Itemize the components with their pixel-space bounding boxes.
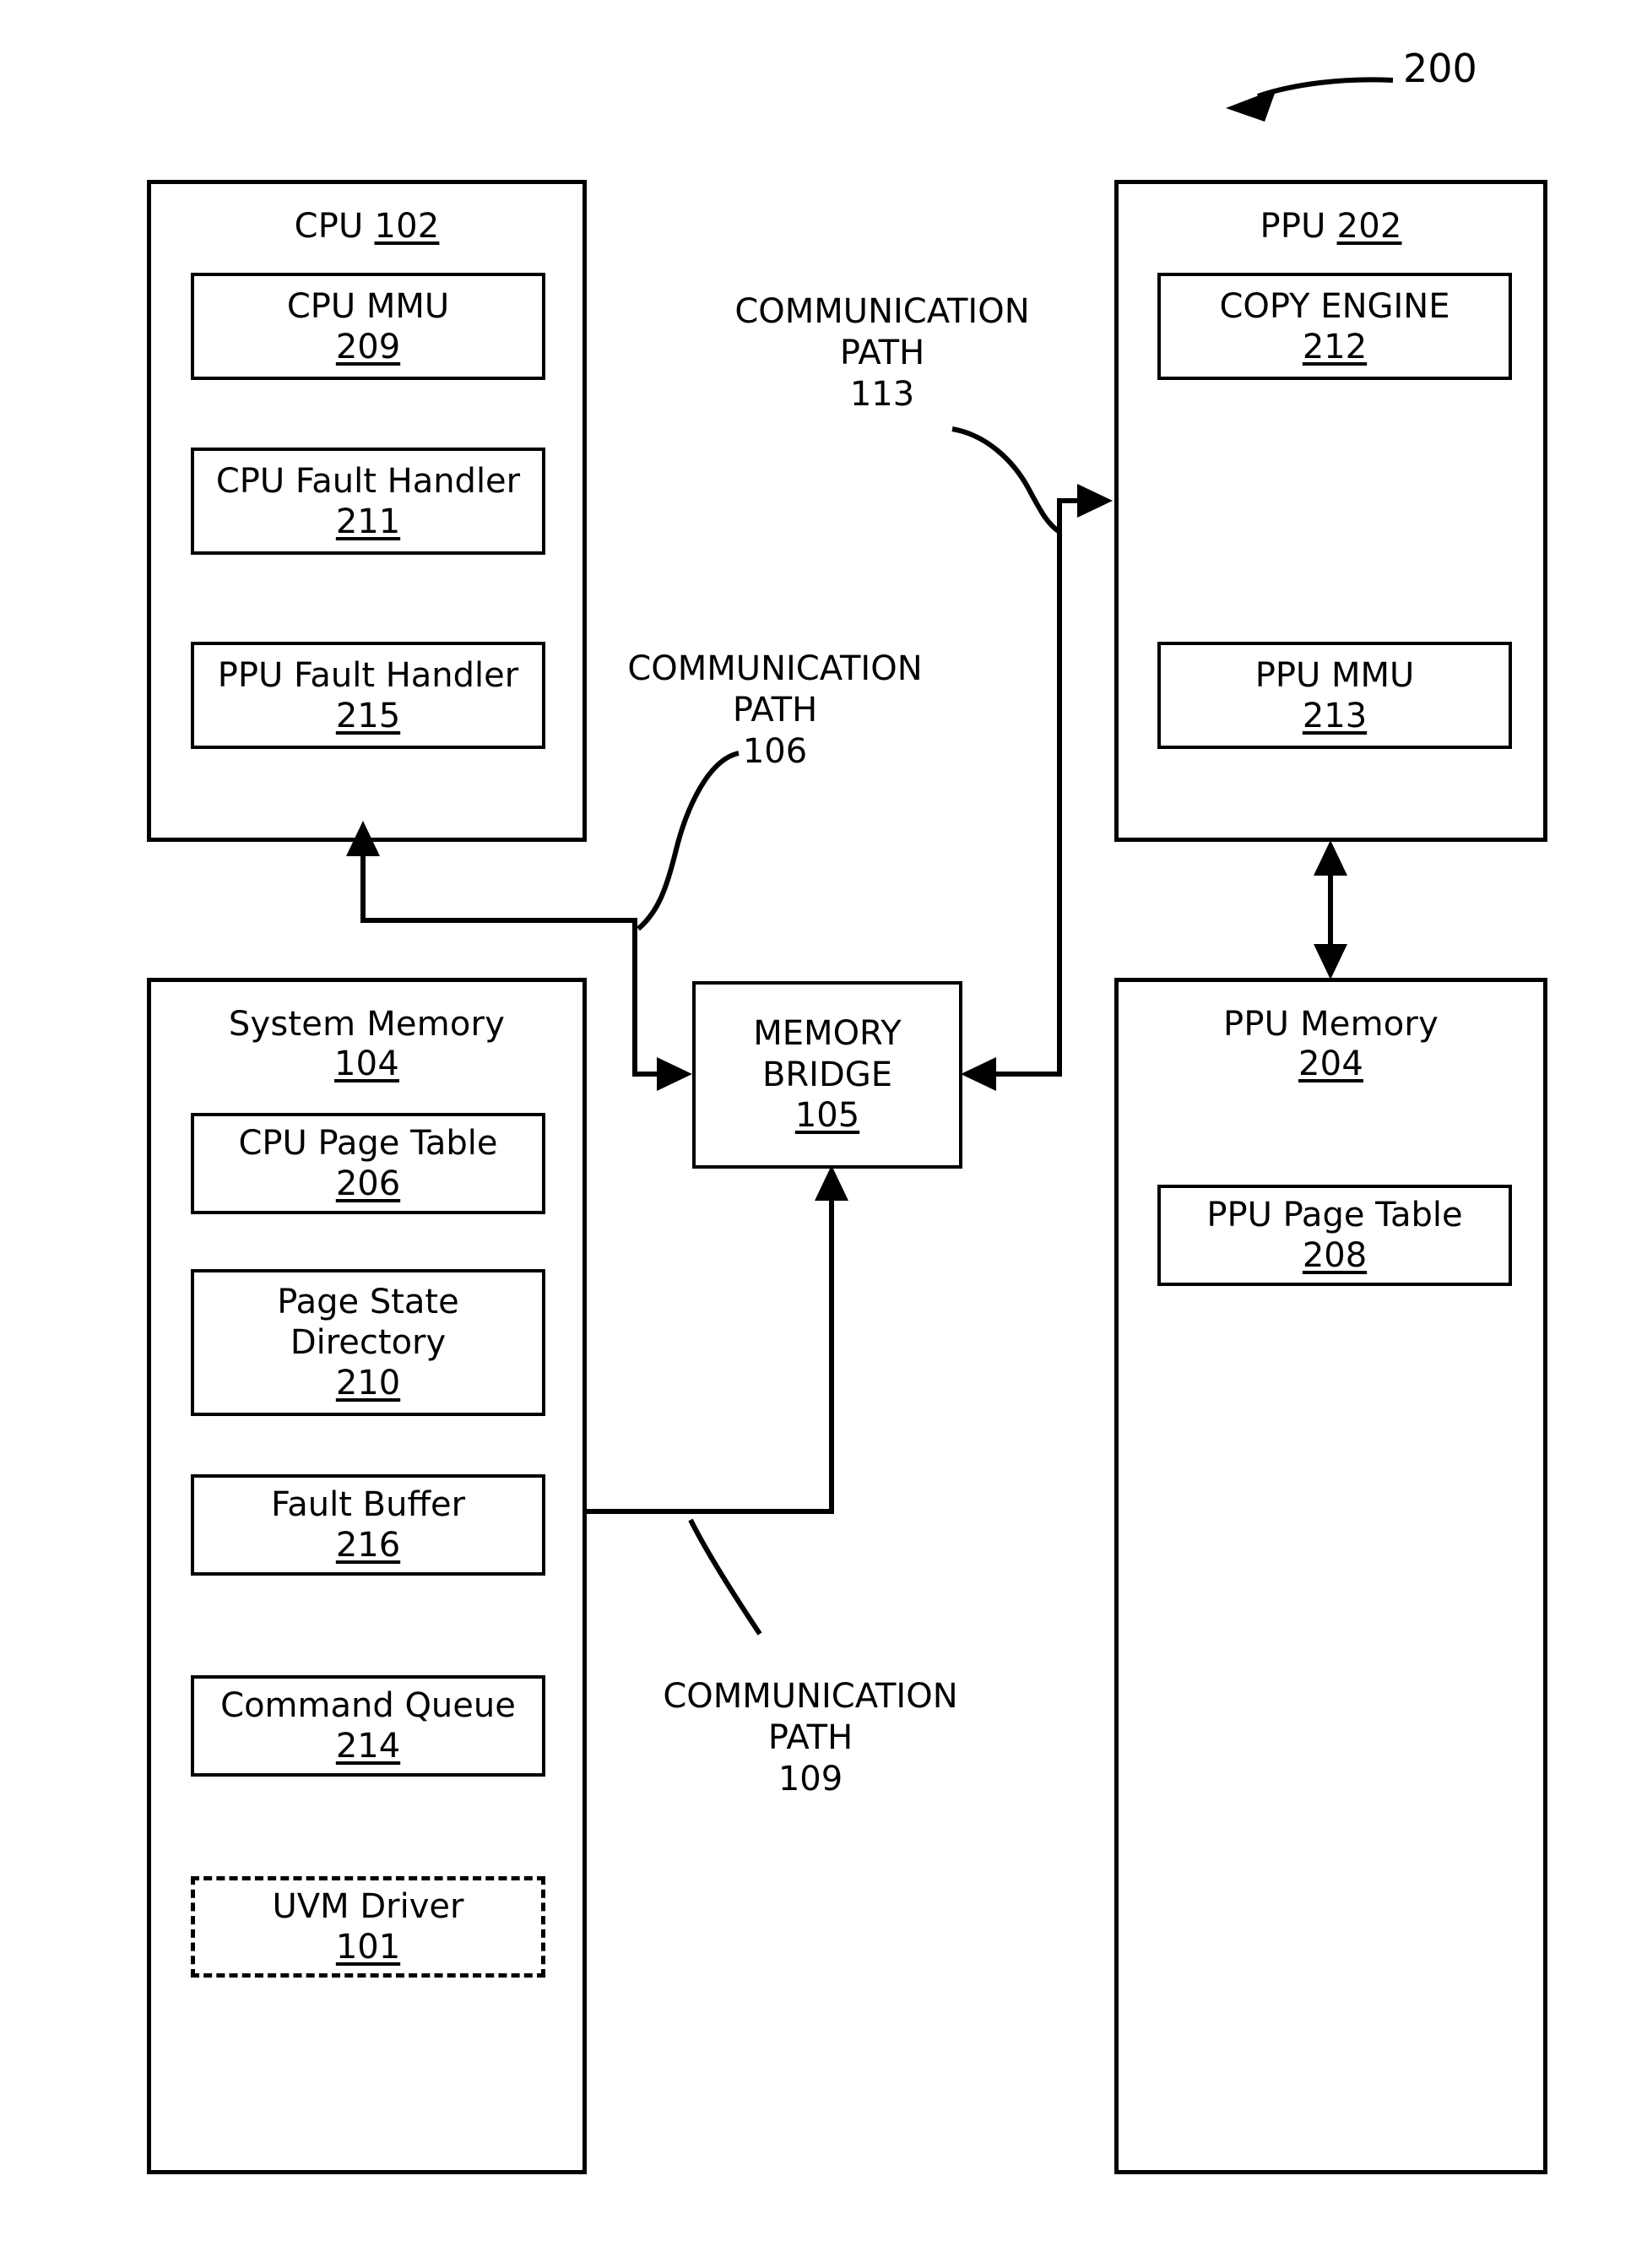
cpu-mmu-ref: 209 <box>335 327 401 366</box>
uvm-driver-ref: 101 <box>335 1928 401 1967</box>
communication-path-113-label: COMMUNICATION PATH 113 <box>713 291 1051 415</box>
cpu-block: CPU 102 CPU MMU 209 CPU Fault Handler 21… <box>147 180 587 842</box>
system-memory-title-text: System Memory <box>228 1005 506 1044</box>
cpu-mmu-box: CPU MMU 209 <box>191 273 545 380</box>
communication-path-106-label: COMMUNICATION PATH 106 <box>606 648 944 772</box>
page-state-directory-box: Page State Directory 210 <box>191 1269 545 1416</box>
fault-buffer-label: Fault Buffer <box>270 1485 466 1524</box>
cpu-fault-handler-ref: 211 <box>335 502 401 541</box>
cpu-fault-handler-label: CPU Fault Handler <box>215 461 521 501</box>
ppu-memory-title-text: PPU Memory <box>1223 1005 1439 1044</box>
ppu-fault-handler-box: PPU Fault Handler 215 <box>191 642 545 749</box>
ppu-memory-block: PPU Memory 204 PPU Page Table 208 <box>1114 978 1547 2174</box>
communication-path-109-line2: PATH <box>767 1717 853 1757</box>
ppu-ref-number: 202 <box>1336 207 1402 246</box>
cpu-fault-handler-box: CPU Fault Handler 211 <box>191 448 545 555</box>
fault-buffer-box: Fault Buffer 216 <box>191 1474 545 1576</box>
cpu-ref-number: 102 <box>374 207 440 246</box>
page-state-directory-label: Page State Directory <box>277 1283 459 1362</box>
system-memory-block-title: System Memory 104 <box>151 1005 582 1084</box>
memory-bridge-box: MEMORY BRIDGE 105 <box>692 981 962 1169</box>
ppu-page-table-box: PPU Page Table 208 <box>1157 1185 1512 1286</box>
uvm-driver-label: UVM Driver <box>272 1887 464 1926</box>
communication-path-106-ref: 106 <box>742 731 808 771</box>
communication-path-109-line1: COMMUNICATION <box>663 1677 958 1716</box>
ppu-mmu-ref: 213 <box>1302 696 1368 735</box>
command-queue-ref: 214 <box>335 1727 401 1766</box>
communication-path-113-connector <box>951 426 1113 1091</box>
ppu-mmu-box: PPU MMU 213 <box>1157 642 1512 749</box>
ppu-to-ppu-memory-connector <box>1314 840 1347 979</box>
patent-figure-200: 200 CPU 102 CPU MMU 209 CPU Fault Handle… <box>0 0 1631 2268</box>
cpu-title-text: CPU <box>294 207 364 246</box>
ppu-fault-handler-ref: 215 <box>335 696 401 735</box>
command-queue-box: Command Queue 214 <box>191 1675 545 1777</box>
cpu-block-title: CPU 102 <box>151 207 582 247</box>
communication-path-109-connector <box>587 1165 848 1636</box>
figure-number-label: 200 <box>1403 46 1477 91</box>
memory-bridge-line2: BRIDGE <box>761 1055 893 1094</box>
figure-leader-arrow <box>1226 77 1394 122</box>
copy-engine-label: COPY ENGINE <box>1219 286 1450 326</box>
communication-path-106-line2: PATH <box>732 690 818 730</box>
communication-path-109-ref: 109 <box>778 1759 843 1799</box>
memory-bridge-ref: 105 <box>794 1096 860 1136</box>
fault-buffer-ref: 216 <box>335 1526 401 1565</box>
communication-path-113-line2: PATH <box>839 333 925 372</box>
cpu-page-table-ref: 206 <box>335 1164 401 1203</box>
page-state-directory-ref: 210 <box>335 1364 401 1403</box>
communication-path-113-ref: 113 <box>849 374 915 414</box>
uvm-driver-box: UVM Driver 101 <box>191 1876 545 1978</box>
communication-path-109-label: COMMUNICATION PATH 109 <box>642 1676 979 1799</box>
cpu-mmu-label: CPU MMU <box>286 286 450 326</box>
ppu-page-table-ref: 208 <box>1302 1236 1368 1275</box>
system-memory-ref-number: 104 <box>334 1044 399 1084</box>
cpu-page-table-box: CPU Page Table 206 <box>191 1113 545 1214</box>
ppu-memory-ref-number: 204 <box>1298 1044 1363 1084</box>
memory-bridge-line1: MEMORY <box>753 1013 902 1053</box>
communication-path-106-line1: COMMUNICATION <box>627 649 923 688</box>
ppu-mmu-label: PPU MMU <box>1254 655 1415 695</box>
ppu-page-table-label: PPU Page Table <box>1206 1196 1463 1234</box>
system-memory-block: System Memory 104 CPU Page Table 206 Pag… <box>147 978 587 2174</box>
ppu-title-text: PPU <box>1260 207 1326 246</box>
ppu-block: PPU 202 COPY ENGINE 212 PPU MMU 213 <box>1114 180 1547 842</box>
copy-engine-ref: 212 <box>1302 327 1368 366</box>
ppu-fault-handler-label: PPU Fault Handler <box>217 655 519 695</box>
ppu-block-title: PPU 202 <box>1119 207 1543 247</box>
copy-engine-box: COPY ENGINE 212 <box>1157 273 1512 380</box>
cpu-page-table-label: CPU Page Table <box>238 1124 498 1163</box>
communication-path-113-line1: COMMUNICATION <box>734 292 1030 331</box>
ppu-memory-block-title: PPU Memory 204 <box>1119 1005 1543 1084</box>
command-queue-label: Command Queue <box>220 1686 516 1725</box>
